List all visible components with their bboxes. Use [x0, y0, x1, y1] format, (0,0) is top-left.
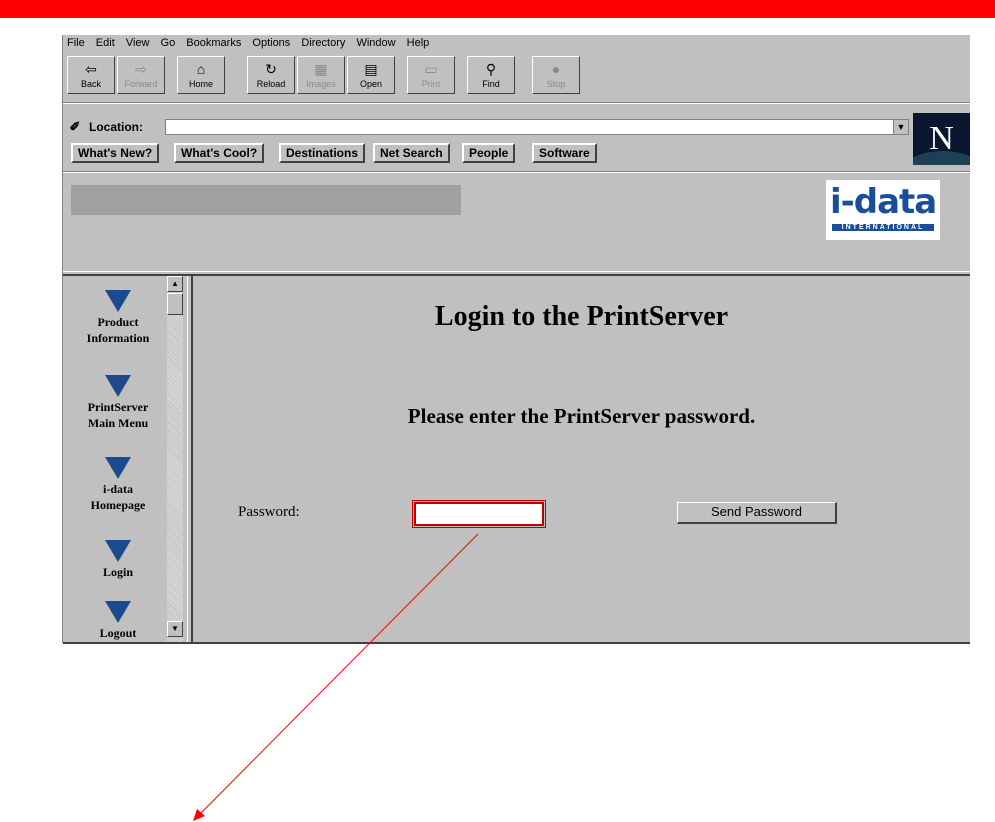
annotation-arrow [193, 533, 479, 821]
arrow-line [197, 533, 479, 817]
